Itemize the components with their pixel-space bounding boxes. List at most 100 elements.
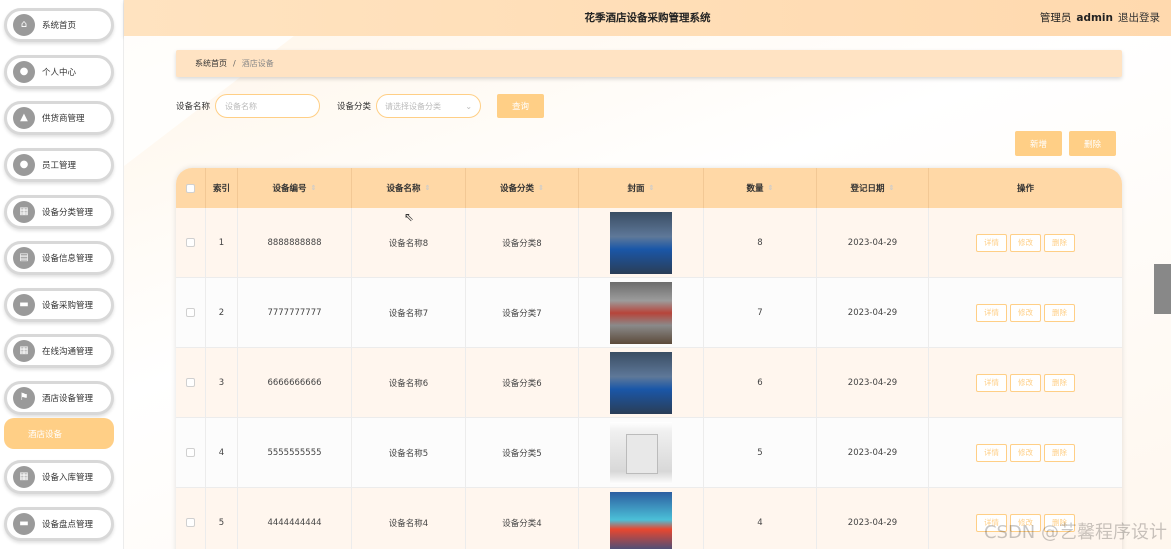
- sidebar-item-suppliers[interactable]: ▲ 供货商管理: [4, 101, 114, 135]
- delete-button[interactable]: 删除: [1069, 131, 1116, 156]
- row-checkbox[interactable]: [186, 518, 195, 527]
- cell-cover: [579, 488, 704, 549]
- flag-icon: ⚑: [13, 387, 35, 409]
- row-checkbox[interactable]: [186, 378, 195, 387]
- cell-category: 设备分类8: [466, 208, 579, 278]
- chat-icon: ▬: [13, 294, 35, 316]
- header-cover: 封面 ⇕: [579, 168, 704, 208]
- cover-image[interactable]: [610, 281, 672, 344]
- row-delete-button[interactable]: 删除: [1044, 443, 1075, 462]
- edit-button[interactable]: 修改: [1010, 303, 1041, 322]
- device-table: 索引 设备编号 ⇕ 设备名称 ⇕ 设备分类 ⇕ 封面 ⇕ 数量 ⇕ 登记日期 ⇕ 操作 18…: [176, 168, 1122, 549]
- sort-icon: ⇕: [538, 184, 544, 192]
- grid-icon: ▦: [13, 201, 35, 223]
- row-checkbox[interactable]: [186, 448, 195, 457]
- header-category[interactable]: 设备分类 ⇕: [466, 168, 579, 208]
- page-scrollbar[interactable]: [1154, 264, 1171, 314]
- logout-link[interactable]: 退出登录: [1118, 10, 1160, 25]
- sidebar-item-profile[interactable]: ● 个人中心: [4, 55, 114, 89]
- detail-button[interactable]: 详情: [976, 373, 1007, 392]
- breadcrumb-current: 酒店设备: [241, 59, 274, 68]
- header-quantity-label: 数量: [746, 184, 764, 194]
- sidebar-item-label: 设备入库管理: [42, 473, 94, 483]
- row-checkbox[interactable]: [186, 308, 195, 317]
- query-button[interactable]: 查询: [497, 94, 545, 118]
- cell-operations: 详情 修改 删除: [929, 278, 1122, 348]
- edit-button[interactable]: 修改: [1010, 443, 1041, 462]
- edit-button[interactable]: 修改: [1010, 233, 1041, 252]
- cell-date: 2023-04-29: [817, 278, 929, 348]
- sidebar-item-device-category[interactable]: ▦ 设备分类管理: [4, 195, 114, 229]
- cell-category: 设备分类7: [466, 278, 579, 348]
- device-name-label: 设备名称: [176, 102, 211, 112]
- sidebar-item-staff[interactable]: ● 员工管理: [4, 148, 114, 182]
- select-all-checkbox[interactable]: [186, 183, 195, 193]
- cell-code: 4444444444: [238, 488, 352, 549]
- header-quantity[interactable]: 数量 ⇕: [704, 168, 817, 208]
- sidebar-item-device-info[interactable]: ▤ 设备信息管理: [4, 241, 114, 275]
- row-actions: 详情 修改 删除: [976, 303, 1075, 322]
- edit-button[interactable]: 修改: [1010, 373, 1041, 392]
- app-title: 花季酒店设备采购管理系统: [584, 12, 711, 24]
- sidebar-item-inventory[interactable]: ▬ 设备盘点管理: [4, 507, 114, 541]
- row-delete-button[interactable]: 删除: [1044, 303, 1075, 322]
- sidebar-subitem-hotel-devices[interactable]: 酒店设备: [4, 418, 114, 449]
- row-delete-button[interactable]: 删除: [1044, 233, 1075, 252]
- device-name-input[interactable]: 设备名称: [215, 94, 321, 118]
- sidebar-item-home[interactable]: ⌂ 系统首页: [4, 8, 114, 42]
- row-select-cell: [176, 208, 206, 278]
- cover-image[interactable]: [610, 211, 672, 274]
- table-row: 1 8888888888 设备名称8 设备分类8 8 2023-04-29 详情 修改 删除: [176, 208, 1122, 278]
- cell-operations: 详情 修改 删除: [929, 348, 1122, 418]
- sort-icon: ⇕: [888, 184, 895, 192]
- sidebar-item-purchase[interactable]: ▬ 设备采购管理: [4, 288, 114, 322]
- cell-cover: [579, 278, 704, 348]
- row-actions: 详情 修改 删除: [976, 443, 1075, 462]
- cell-date: 2023-04-29: [817, 208, 929, 278]
- add-button[interactable]: 新增: [1015, 131, 1062, 156]
- cell-name: 设备名称7: [352, 278, 466, 348]
- row-select-cell: [176, 418, 206, 488]
- row-select-cell: [176, 488, 206, 549]
- sidebar: ⌂ 系统首页 ● 个人中心 ▲ 供货商管理 ● 员工管理 ▦ 设备分类管理 ▤ …: [0, 0, 124, 549]
- table-row: 4 5555555555 设备名称5 设备分类5 5 2023-04-29 详情 修改 删除: [176, 418, 1122, 488]
- person-icon: ●: [13, 154, 35, 176]
- breadcrumb-home[interactable]: 系统首页: [195, 58, 227, 69]
- detail-button[interactable]: 详情: [976, 303, 1007, 322]
- cell-category: 设备分类4: [466, 488, 579, 549]
- header-code[interactable]: 设备编号 ⇕: [238, 168, 352, 208]
- sidebar-item-label: 个人中心: [42, 68, 77, 78]
- cell-index: 4: [206, 418, 238, 488]
- row-delete-button[interactable]: 删除: [1044, 373, 1075, 392]
- cell-index: 2: [206, 278, 238, 348]
- sidebar-item-chat[interactable]: ▦ 在线沟通管理: [4, 334, 114, 368]
- sidebar-item-label: 设备采购管理: [42, 301, 94, 311]
- cell-date: 2023-04-29: [817, 348, 929, 418]
- sidebar-item-label: 设备分类管理: [42, 208, 94, 218]
- header-code-label: 设备编号: [272, 184, 307, 194]
- header-date[interactable]: 登记日期 ⇕: [817, 168, 929, 208]
- sort-icon: ⇕: [648, 184, 655, 192]
- row-actions: 详情 修改 删除: [976, 373, 1075, 392]
- cell-name: 设备名称5: [352, 418, 466, 488]
- user-icon: ●: [13, 61, 35, 83]
- header-cover-label: 封面: [627, 184, 645, 194]
- header-name[interactable]: 设备名称 ⇕: [352, 168, 466, 208]
- device-category-label: 设备分类: [337, 102, 372, 112]
- detail-button[interactable]: 详情: [976, 443, 1007, 462]
- detail-button[interactable]: 详情: [976, 233, 1007, 252]
- cell-index: 1: [206, 208, 238, 278]
- top-header: 花季酒店设备采购管理系统 管理员 admin 退出登录: [124, 0, 1171, 36]
- cell-category: 设备分类6: [466, 348, 579, 418]
- device-category-select[interactable]: 请选择设备分类 ⌄: [376, 94, 482, 118]
- table-header: 索引 设备编号 ⇕ 设备名称 ⇕ 设备分类 ⇕ 封面 ⇕ 数量 ⇕ 登记日期 ⇕ 操作: [176, 168, 1122, 208]
- sidebar-item-label: 供货商管理: [42, 114, 85, 124]
- row-checkbox[interactable]: [186, 238, 195, 247]
- cover-image[interactable]: [610, 421, 672, 484]
- cell-code: 6666666666: [238, 348, 352, 418]
- cover-image[interactable]: [610, 491, 672, 549]
- sidebar-item-hotel-devices[interactable]: ⚑ 酒店设备管理: [4, 381, 114, 415]
- cover-image[interactable]: [610, 351, 672, 414]
- sidebar-item-stock-in[interactable]: ▦ 设备入库管理: [4, 460, 114, 494]
- cell-date: 2023-04-29: [817, 418, 929, 488]
